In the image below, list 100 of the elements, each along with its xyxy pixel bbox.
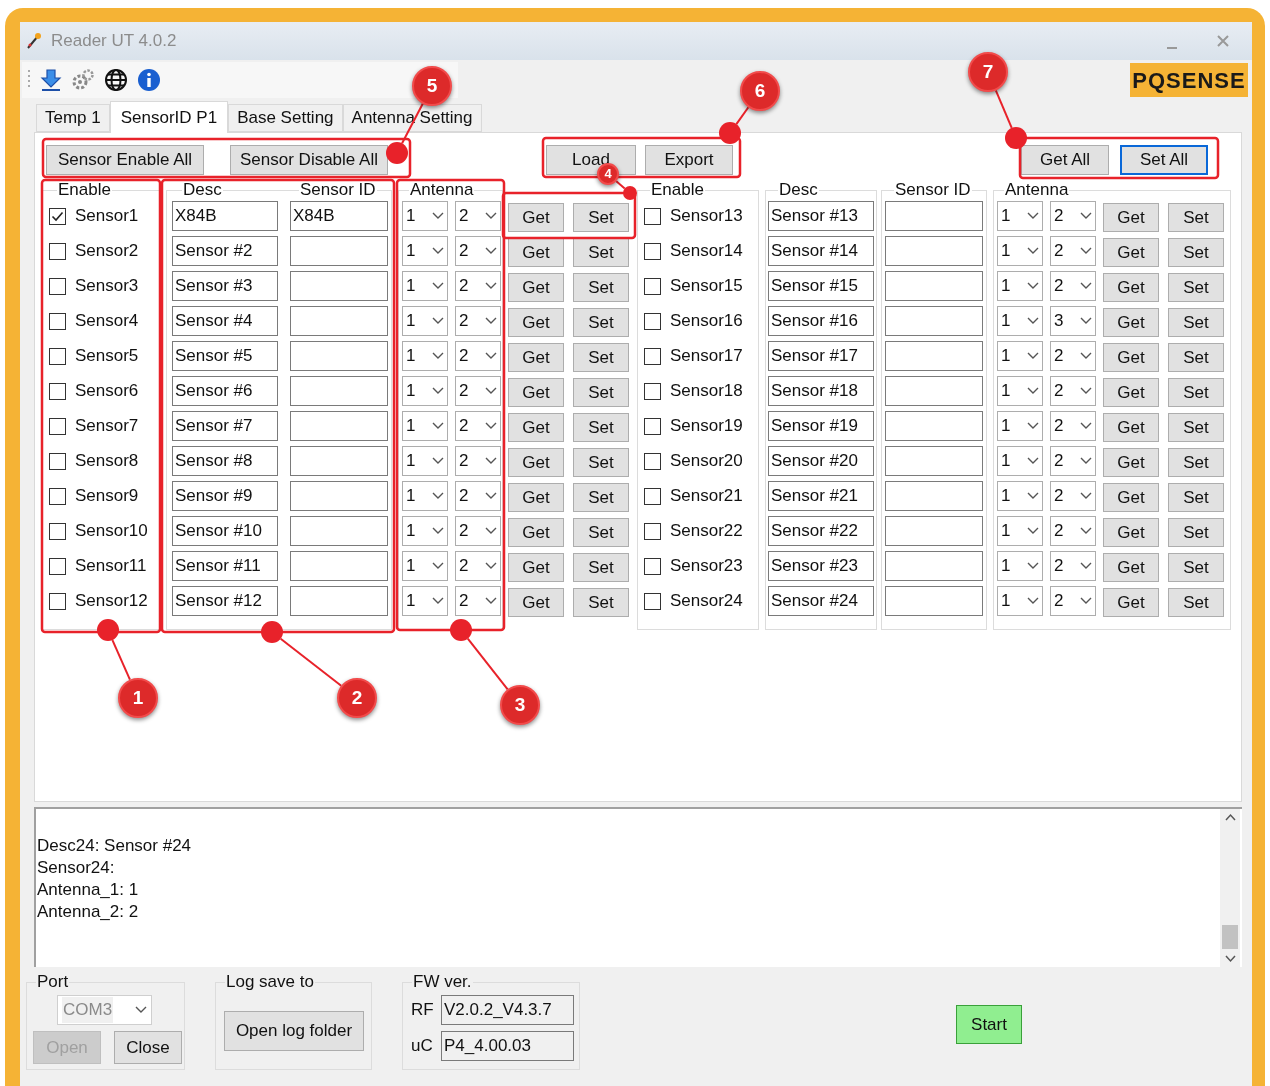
- button[interactable]: Set All: [1120, 145, 1208, 175]
- text-field[interactable]: Sensor #20: [768, 446, 874, 476]
- antenna-dropdown[interactable]: 1: [997, 306, 1043, 336]
- text-field[interactable]: Sensor #5: [172, 341, 278, 371]
- antenna-dropdown[interactable]: 1: [997, 341, 1043, 371]
- text-field[interactable]: [290, 236, 388, 266]
- get-button[interactable]: Get: [1103, 413, 1159, 442]
- text-field[interactable]: [290, 411, 388, 441]
- text-field[interactable]: [290, 306, 388, 336]
- text-field[interactable]: Sensor #12: [172, 586, 278, 616]
- text-field[interactable]: Sensor #13: [768, 201, 874, 231]
- checkbox[interactable]: [644, 312, 661, 330]
- checkbox[interactable]: [644, 242, 661, 260]
- text-field[interactable]: X84B: [290, 201, 388, 231]
- button[interactable]: Sensor Disable All: [230, 145, 388, 175]
- button[interactable]: Export: [645, 145, 733, 175]
- antenna-dropdown[interactable]: 1: [402, 341, 448, 371]
- start-button[interactable]: Start: [956, 1005, 1022, 1044]
- set-button[interactable]: Set: [1168, 378, 1224, 407]
- antenna-dropdown[interactable]: 1: [402, 411, 448, 441]
- text-field[interactable]: [290, 481, 388, 511]
- checkbox[interactable]: [644, 382, 661, 400]
- text-field[interactable]: [885, 481, 983, 511]
- get-button[interactable]: Get: [508, 588, 564, 617]
- text-field[interactable]: Sensor #14: [768, 236, 874, 266]
- set-button[interactable]: Set: [1168, 588, 1224, 617]
- text-field[interactable]: Sensor #24: [768, 586, 874, 616]
- set-button[interactable]: Set: [573, 413, 629, 442]
- checkbox[interactable]: [49, 312, 66, 330]
- scroll-up-icon[interactable]: [1224, 813, 1236, 821]
- antenna-dropdown[interactable]: 2: [1050, 481, 1096, 511]
- gears-icon[interactable]: [71, 68, 95, 92]
- antenna-dropdown[interactable]: 2: [455, 376, 501, 406]
- antenna-dropdown[interactable]: 2: [455, 446, 501, 476]
- get-button[interactable]: Get: [1103, 343, 1159, 372]
- get-button[interactable]: Get: [508, 343, 564, 372]
- get-button[interactable]: Get: [1103, 273, 1159, 302]
- get-button[interactable]: Get: [1103, 448, 1159, 477]
- get-button[interactable]: Get: [508, 378, 564, 407]
- get-button[interactable]: Get: [508, 448, 564, 477]
- text-field[interactable]: [290, 376, 388, 406]
- checkbox[interactable]: [49, 207, 66, 225]
- get-button[interactable]: Get: [1103, 308, 1159, 337]
- set-button[interactable]: Set: [1168, 518, 1224, 547]
- antenna-dropdown[interactable]: 2: [455, 516, 501, 546]
- text-field[interactable]: Sensor #15: [768, 271, 874, 301]
- antenna-dropdown[interactable]: 2: [1050, 516, 1096, 546]
- checkbox[interactable]: [49, 487, 66, 505]
- antenna-dropdown[interactable]: 2: [1050, 551, 1096, 581]
- text-field[interactable]: [885, 236, 983, 266]
- info-icon[interactable]: [137, 68, 161, 92]
- download-icon[interactable]: [40, 68, 62, 92]
- tab[interactable]: Temp 1: [36, 104, 110, 132]
- text-field[interactable]: Sensor #6: [172, 376, 278, 406]
- set-button[interactable]: Set: [1168, 483, 1224, 512]
- antenna-dropdown[interactable]: 1: [402, 446, 448, 476]
- set-button[interactable]: Set: [1168, 553, 1224, 582]
- open-log-folder-button[interactable]: Open log folder: [224, 1011, 364, 1051]
- checkbox[interactable]: [49, 242, 66, 260]
- antenna-dropdown[interactable]: 2: [455, 306, 501, 336]
- text-field[interactable]: Sensor #10: [172, 516, 278, 546]
- checkbox[interactable]: [644, 347, 661, 365]
- get-button[interactable]: Get: [1103, 378, 1159, 407]
- checkbox[interactable]: [49, 382, 66, 400]
- set-button[interactable]: Set: [1168, 413, 1224, 442]
- set-button[interactable]: Set: [573, 518, 629, 547]
- get-button[interactable]: Get: [508, 413, 564, 442]
- antenna-dropdown[interactable]: 1: [402, 516, 448, 546]
- checkbox[interactable]: [49, 452, 66, 470]
- text-field[interactable]: [290, 551, 388, 581]
- text-field[interactable]: Sensor #21: [768, 481, 874, 511]
- scroll-thumb[interactable]: [1222, 925, 1238, 949]
- text-field[interactable]: [885, 551, 983, 581]
- antenna-dropdown[interactable]: 2: [455, 481, 501, 511]
- checkbox[interactable]: [644, 207, 661, 225]
- get-button[interactable]: Get: [1103, 518, 1159, 547]
- get-button[interactable]: Get: [508, 308, 564, 337]
- antenna-dropdown[interactable]: 2: [1050, 411, 1096, 441]
- get-button[interactable]: Get: [508, 483, 564, 512]
- antenna-dropdown[interactable]: 1: [997, 516, 1043, 546]
- antenna-dropdown[interactable]: 1: [997, 376, 1043, 406]
- checkbox[interactable]: [644, 452, 661, 470]
- set-button[interactable]: Set: [1168, 343, 1224, 372]
- text-field[interactable]: [885, 586, 983, 616]
- tab[interactable]: Base Setting: [228, 104, 343, 132]
- globe-icon[interactable]: [104, 68, 128, 92]
- text-field[interactable]: [885, 446, 983, 476]
- antenna-dropdown[interactable]: 1: [402, 481, 448, 511]
- text-field[interactable]: Sensor #3: [172, 271, 278, 301]
- checkbox[interactable]: [49, 592, 66, 610]
- antenna-dropdown[interactable]: 1: [402, 376, 448, 406]
- antenna-dropdown[interactable]: 1: [402, 271, 448, 301]
- text-field[interactable]: [885, 376, 983, 406]
- antenna-dropdown[interactable]: 2: [1050, 376, 1096, 406]
- text-field[interactable]: Sensor #11: [172, 551, 278, 581]
- set-button[interactable]: Set: [573, 378, 629, 407]
- text-field[interactable]: [885, 271, 983, 301]
- set-button[interactable]: Set: [1168, 308, 1224, 337]
- antenna-dropdown[interactable]: 3: [1050, 306, 1096, 336]
- text-field[interactable]: Sensor #23: [768, 551, 874, 581]
